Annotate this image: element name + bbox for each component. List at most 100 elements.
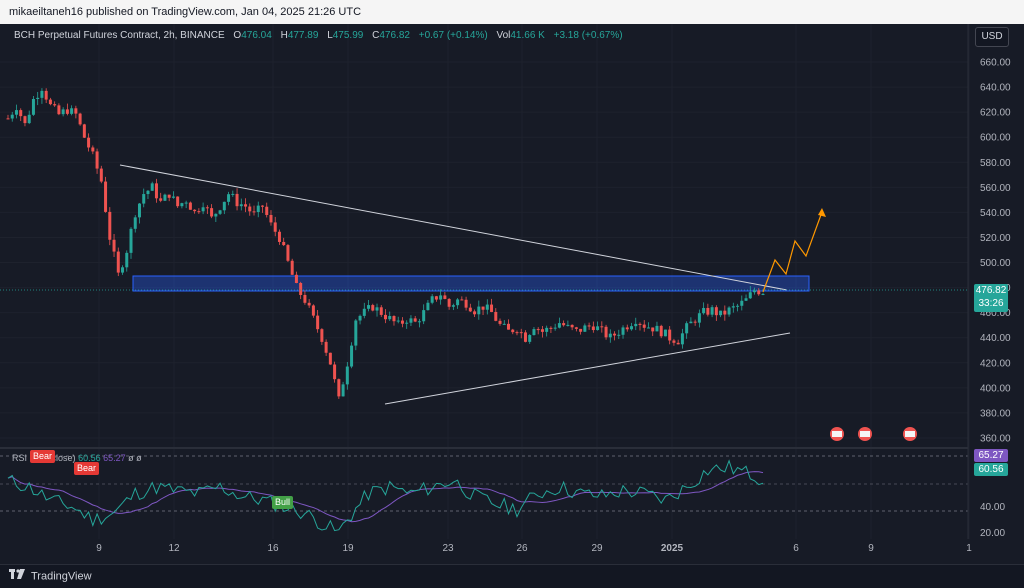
open-value: 476.04: [241, 30, 272, 41]
candle-body: [277, 231, 281, 242]
candle-body: [354, 320, 358, 346]
candle-body: [154, 183, 158, 199]
currency-button[interactable]: USD: [975, 27, 1009, 47]
time-tick-label: 1: [966, 543, 972, 554]
price-tick-label: 580.00: [980, 158, 1011, 169]
candle-body: [460, 299, 464, 301]
candle-body: [61, 109, 65, 115]
candle-body: [528, 335, 532, 342]
candle-body: [494, 311, 498, 321]
candle-body: [676, 342, 680, 345]
publisher-bar: mikaeiltaneh16 published on TradingView.…: [0, 0, 1024, 24]
candle-body: [557, 323, 561, 328]
candle-body: [70, 108, 74, 114]
candle-body: [167, 194, 171, 198]
candle-body: [222, 201, 226, 211]
time-tick-label: 26: [516, 543, 528, 554]
candle-body: [757, 290, 761, 295]
candle-body: [248, 206, 252, 212]
time-axis[interactable]: 9 12 16 19 23 26 29 2025 6 9 1: [96, 543, 972, 554]
candle-body: [621, 327, 625, 335]
candle-body: [290, 260, 294, 275]
candle-body: [413, 318, 417, 322]
price-tick-label: 520.00: [980, 233, 1011, 244]
candle-body: [396, 320, 400, 322]
candle-body: [409, 318, 413, 323]
candle-body: [95, 151, 99, 169]
candle-body: [549, 327, 553, 329]
candle-body: [617, 334, 621, 336]
candle-body: [723, 310, 727, 315]
candle-body: [244, 204, 248, 207]
candle-body: [744, 298, 748, 301]
candle-body: [515, 332, 519, 334]
candle-body: [299, 282, 303, 295]
candle-body: [693, 321, 697, 323]
time-tick-label: 19: [342, 543, 354, 554]
candle-body: [532, 329, 536, 336]
candle-body: [256, 205, 260, 213]
change-value: +0.67 (+0.14%): [418, 30, 488, 41]
candle-body: [697, 313, 701, 323]
time-tick-label: 9: [868, 543, 874, 554]
candle-body: [116, 251, 120, 273]
supply-zone[interactable]: [132, 275, 810, 292]
candle-body: [362, 308, 366, 316]
candle-body: [121, 267, 125, 273]
candle-body: [439, 295, 443, 300]
price-chart[interactable]: 660.00640.00620.00600.00580.00560.00540.…: [0, 24, 1024, 564]
price-tick-label: 640.00: [980, 83, 1011, 94]
candle-body: [477, 306, 481, 315]
close-value: 476.82: [379, 30, 410, 41]
rsi-ma-value: 65.27: [103, 453, 126, 463]
candle-body: [519, 332, 523, 334]
candle-body: [748, 292, 752, 299]
candle-body: [146, 190, 150, 195]
upper-trendline[interactable]: [119, 164, 788, 291]
candle-body: [596, 326, 600, 331]
candle-body: [252, 211, 256, 213]
last-price-value: 476.82: [975, 285, 1007, 296]
last-price-badge: 476.82 33:26: [974, 284, 1008, 312]
candle-body: [367, 305, 371, 309]
time-tick-label: 9: [96, 543, 102, 554]
candle-body: [608, 333, 612, 338]
price-tick-label: 380.00: [980, 408, 1011, 419]
candle-body: [65, 109, 69, 114]
candle-body: [485, 304, 489, 310]
candle-body: [422, 310, 426, 322]
rsi-ma-line: [7, 471, 764, 523]
symbol-legend[interactable]: BCH Perpetual Futures Contract, 2h, BINA…: [14, 30, 623, 41]
candle-body: [27, 114, 31, 124]
candle-body: [651, 327, 655, 332]
candle-body: [303, 294, 307, 303]
candle-body: [591, 326, 595, 331]
candle-body: [646, 327, 650, 329]
bear-signal-tag: Bear: [30, 450, 56, 463]
candle-body: [710, 307, 714, 315]
candle-body: [184, 202, 188, 204]
candle-body: [210, 208, 214, 217]
candle-body: [214, 213, 218, 217]
candle-body: [663, 329, 667, 337]
price-axis[interactable]: 660.00 640.00 620.00 600.00 580.00 560.00 540.…: [980, 58, 1011, 445]
high-value: 477.89: [287, 30, 319, 41]
candle-body: [562, 323, 566, 326]
candle-body: [265, 206, 269, 215]
event-icons[interactable]: [830, 427, 917, 441]
candle-body: [379, 307, 383, 315]
rsi-axis[interactable]: 40.00 20.00: [980, 502, 1005, 539]
candle-body: [392, 316, 396, 322]
rsi-params: close): [51, 453, 76, 463]
candle-body: [99, 168, 103, 182]
lower-trendline[interactable]: [384, 332, 791, 405]
candle-body: [507, 323, 511, 330]
candle-body: [400, 320, 404, 324]
candle-body: [511, 329, 515, 333]
candle-body: [358, 315, 362, 321]
price-tick-label: 560.00: [980, 183, 1011, 194]
candle-body: [638, 323, 642, 325]
price-tick-label: 620.00: [980, 108, 1011, 119]
candle-body: [10, 114, 14, 119]
candle-body: [761, 293, 765, 295]
